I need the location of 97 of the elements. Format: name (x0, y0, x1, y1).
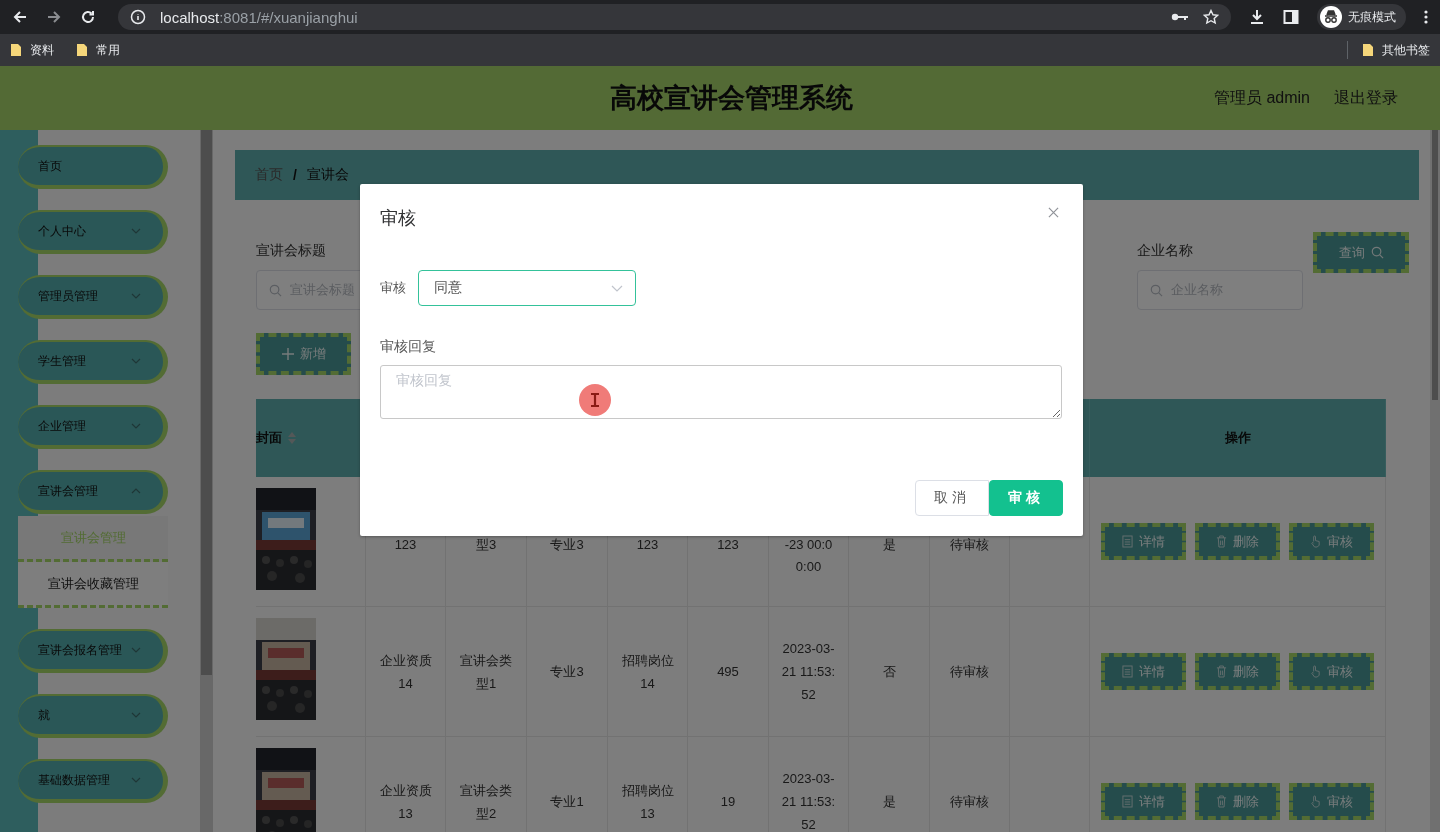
row-action-button[interactable]: 审核 (1289, 653, 1374, 690)
field-label: 审核回复 (380, 338, 436, 356)
scrollbar-thumb[interactable] (1432, 130, 1438, 400)
folder-icon (10, 43, 22, 57)
table-cell: 宣讲会类型2 (446, 737, 527, 832)
column-header: 操作 (1090, 399, 1386, 477)
trash-icon (1216, 665, 1227, 678)
search-button[interactable]: 查询 (1313, 232, 1409, 273)
submenu-item[interactable]: 宣讲会管理 (18, 516, 168, 562)
profile-button[interactable]: 无痕模式 (1317, 4, 1406, 30)
menu-item[interactable]: 企业管理 (18, 405, 168, 449)
table-cell: 否 (849, 607, 930, 737)
plus-icon (281, 348, 294, 360)
dialog-title: 审核 (380, 207, 416, 230)
menu-item[interactable]: 宣讲会管理 (18, 470, 168, 514)
table-cell: 2023-03-21 11:53:52 (769, 607, 849, 737)
row-action-button[interactable]: 审核 (1289, 783, 1374, 820)
url-text: localhost:8081/#/xuanjianghui (160, 8, 358, 26)
chevron-icon (131, 358, 141, 364)
close-icon[interactable] (1048, 207, 1059, 218)
document-icon (1122, 665, 1133, 678)
chevron-icon (611, 284, 623, 292)
star-icon[interactable] (1203, 9, 1219, 25)
document-icon (1122, 795, 1133, 808)
menu-item[interactable]: 首页 (18, 145, 168, 189)
logout-link[interactable]: 退出登录 (1334, 87, 1398, 109)
confirm-button[interactable]: 审核 (989, 480, 1063, 516)
chevron-icon (131, 647, 141, 653)
search-icon (1150, 283, 1163, 297)
bookmark[interactable]: 资料 (10, 41, 54, 59)
row-action-button[interactable]: 删除 (1195, 653, 1280, 690)
download-icon[interactable] (1249, 9, 1265, 25)
document-icon (1122, 535, 1133, 548)
table-cell: 招聘岗位13 (608, 737, 688, 832)
table-cell: 企业资质14 (366, 607, 446, 737)
menu-item[interactable]: 就 (18, 694, 168, 738)
table-cell: 招聘岗位14 (608, 607, 688, 737)
hand-icon (1310, 535, 1321, 548)
reload-icon[interactable] (80, 9, 96, 25)
row-action-button[interactable]: 审核 (1289, 523, 1374, 560)
table-cell: 专业1 (527, 737, 608, 832)
chevron-icon (131, 293, 141, 299)
user-label: 管理员 admin (1213, 87, 1310, 108)
cursor-icon (578, 383, 612, 417)
table-cell: 待审核 (930, 607, 1010, 737)
chevron-icon (131, 712, 141, 718)
app-title: 高校宣讲会管理系统 (609, 82, 855, 115)
search-icon (269, 283, 282, 297)
address-bar[interactable]: localhost:8081/#/xuanjianghui (118, 4, 1231, 30)
table-cell: 待审核 (930, 737, 1010, 832)
row-action-button[interactable]: 删除 (1195, 783, 1280, 820)
info-icon (130, 9, 146, 25)
forward-icon[interactable] (46, 9, 62, 25)
table-cell: 宣讲会类型1 (446, 607, 527, 737)
table-cell: 2023-03-21 11:53:52 (769, 737, 849, 832)
hand-icon (1310, 665, 1321, 678)
submenu-item[interactable]: 宣讲会收藏管理 (18, 562, 168, 608)
table-cell: 495 (688, 607, 769, 737)
chevron-icon (131, 423, 141, 429)
breadcrumb-separator: / (293, 167, 297, 183)
menu-item[interactable]: 个人中心 (18, 210, 168, 254)
back-icon[interactable] (12, 9, 28, 25)
breadcrumb-item: 宣讲会 (306, 166, 349, 184)
menu-icon[interactable] (1424, 9, 1428, 25)
row-action-button[interactable]: 详情 (1101, 653, 1186, 690)
table-cell: 企业资质13 (366, 737, 446, 832)
table-cell: 19 (688, 737, 769, 832)
field-label: 企业名称 (1137, 242, 1194, 260)
table-cell: 是 (849, 737, 930, 832)
field-label: 审核 (380, 279, 406, 297)
bookmark[interactable]: 其他书签 (1362, 41, 1430, 59)
review-select[interactable]: 同意 (418, 270, 636, 306)
key-icon[interactable] (1171, 12, 1189, 22)
chevron-icon (131, 488, 141, 494)
bookmark[interactable]: 常用 (76, 41, 120, 59)
row-action-button[interactable]: 删除 (1195, 523, 1280, 560)
trash-icon (1216, 795, 1227, 808)
table-cell: 专业3 (527, 607, 608, 737)
trash-icon (1216, 535, 1227, 548)
chevron-icon (131, 228, 141, 234)
scrollbar-thumb[interactable] (201, 130, 212, 675)
folder-icon (76, 43, 88, 57)
menu-item[interactable]: 宣讲会报名管理 (18, 629, 168, 673)
hand-icon (1310, 795, 1321, 808)
row-action-button[interactable]: 详情 (1101, 783, 1186, 820)
side-panel-icon[interactable] (1283, 9, 1299, 25)
menu-item[interactable]: 基础数据管理 (18, 759, 168, 803)
chevron-icon (131, 777, 141, 783)
search-icon (1370, 246, 1384, 259)
incognito-icon (1320, 6, 1342, 28)
add-button[interactable]: 新增 (256, 333, 351, 375)
menu-item[interactable]: 学生管理 (18, 340, 168, 384)
menu-item[interactable]: 管理员管理 (18, 275, 168, 319)
field-label: 宣讲会标题 (256, 242, 327, 260)
row-action-button[interactable]: 详情 (1101, 523, 1186, 560)
folder-icon (1362, 43, 1374, 57)
cancel-button[interactable]: 取消 (915, 480, 989, 516)
